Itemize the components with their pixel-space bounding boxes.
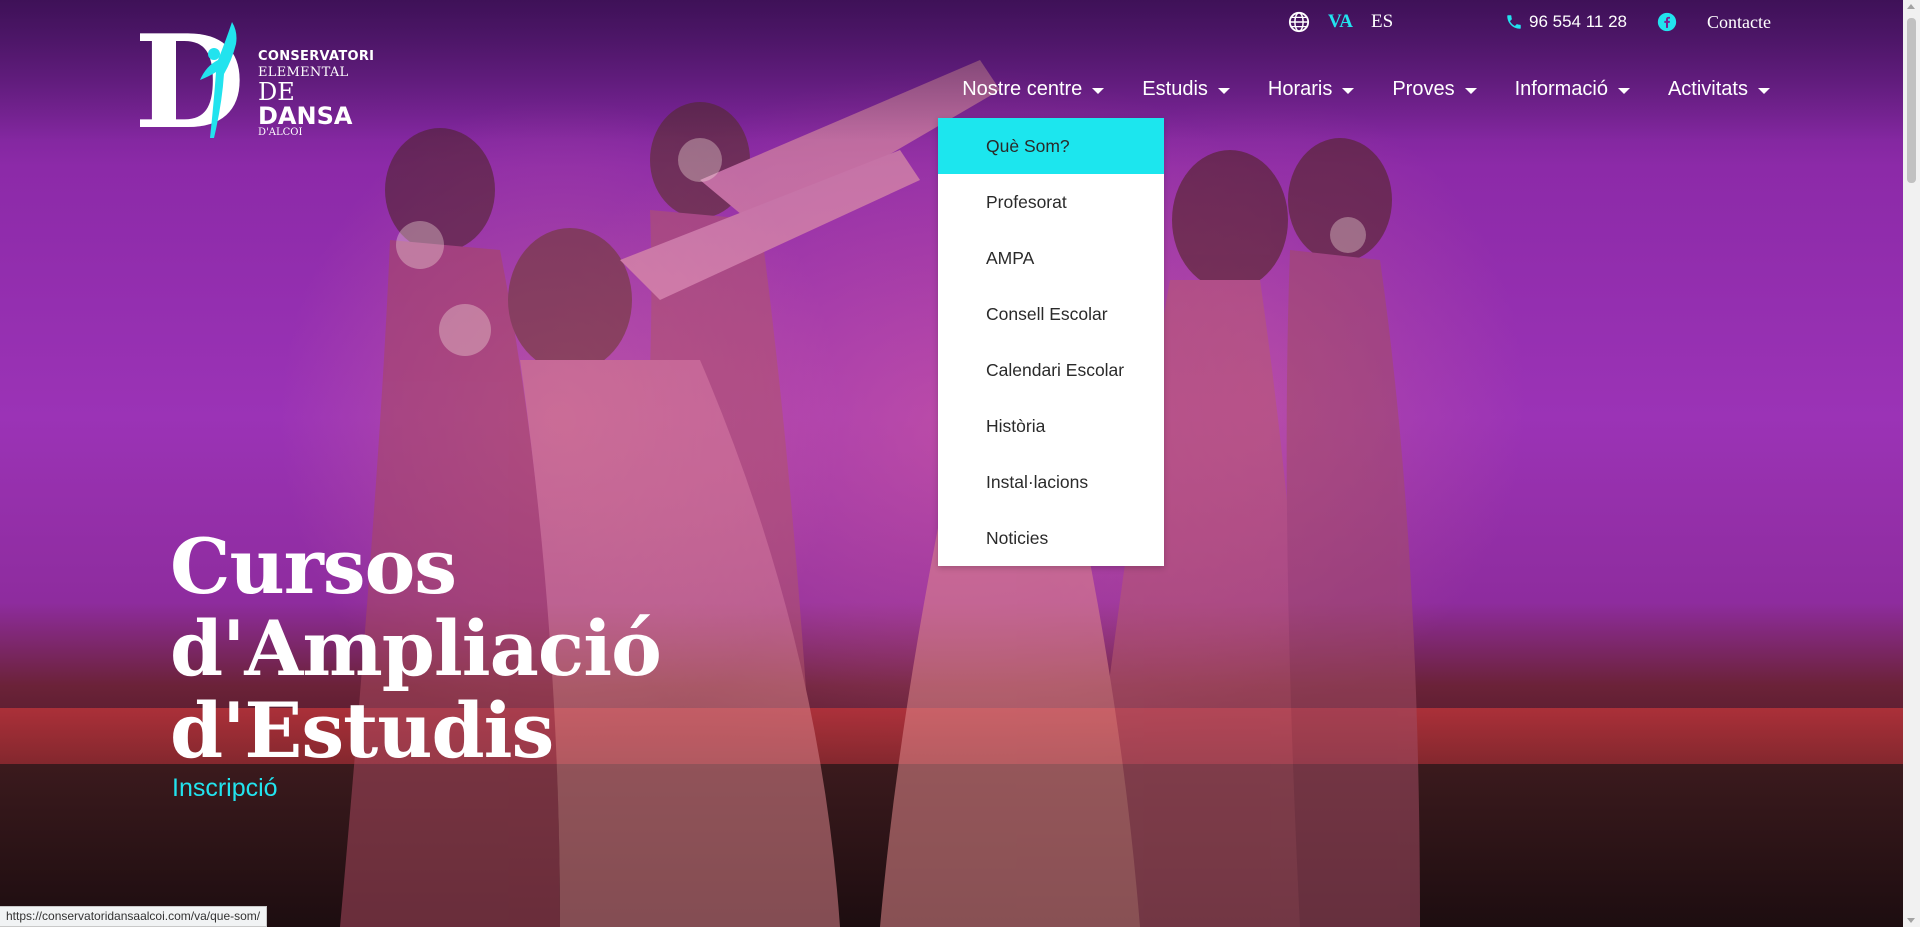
scroll-up-icon[interactable] xyxy=(1907,4,1915,9)
vertical-scrollbar[interactable] xyxy=(1903,0,1920,927)
nav-label: Activitats xyxy=(1667,78,1748,100)
inscripcio-link[interactable]: Inscripció xyxy=(172,774,278,803)
globe-icon xyxy=(1288,11,1310,33)
dropdown-item-que-som[interactable]: Què Som? xyxy=(938,118,1164,174)
lang-va[interactable]: VA xyxy=(1328,11,1353,33)
caret-down-icon xyxy=(1092,87,1105,94)
dropdown-item-consell-escolar[interactable]: Consell Escolar xyxy=(938,286,1164,342)
nav-label: Informació xyxy=(1514,78,1608,100)
caret-down-icon xyxy=(1342,87,1355,94)
dropdown-item-historia[interactable]: Història xyxy=(938,398,1164,454)
nav-activitats[interactable]: Activitats xyxy=(1668,78,1770,101)
contact-bar: 96 554 11 28 Contacte xyxy=(1505,8,1771,36)
nav-estudis[interactable]: Estudis xyxy=(1142,78,1230,101)
hero-title-line: d'Ampliació xyxy=(170,604,662,693)
phone-number[interactable]: 96 554 11 28 xyxy=(1529,12,1627,32)
phone-icon xyxy=(1507,15,1521,29)
logo-line3: DE DANSA xyxy=(258,80,394,128)
lang-es[interactable]: ES xyxy=(1371,11,1393,33)
scroll-thumb[interactable] xyxy=(1907,18,1916,183)
nav-nostre-centre[interactable]: Nostre centre xyxy=(962,78,1105,101)
dancer-logo-icon xyxy=(200,22,237,138)
dropdown-item-instal-lacions[interactable]: Instal·lacions xyxy=(938,454,1164,510)
caret-down-icon xyxy=(1217,87,1230,94)
logo-text: CONSERVATORI ELEMENTAL DE DANSA D'ALCOI xyxy=(258,50,394,138)
caret-down-icon xyxy=(1464,87,1477,94)
nav-label: Estudis xyxy=(1142,78,1208,100)
hero-title-line: d'Estudis xyxy=(170,686,554,775)
site-logo[interactable]: D CONSERVATORI ELEMENTAL DE DANSA D'ALCO… xyxy=(134,19,394,147)
nostre-centre-dropdown: Què Som? Profesorat AMPA Consell Escolar… xyxy=(938,118,1164,566)
language-switcher: VA ES xyxy=(1288,8,1393,36)
nav-informacio[interactable]: Informació xyxy=(1515,78,1630,101)
nav-proves[interactable]: Proves xyxy=(1392,78,1477,101)
contact-link[interactable]: Contacte xyxy=(1707,12,1771,33)
dropdown-item-calendari-escolar[interactable]: Calendari Escolar xyxy=(938,342,1164,398)
nav-label: Proves xyxy=(1392,78,1455,100)
hero-title: Cursos d'Ampliació d'Estudis xyxy=(170,522,662,775)
nav-label: Horaris xyxy=(1267,78,1333,100)
dropdown-item-noticies[interactable]: Noticies xyxy=(938,510,1164,566)
caret-down-icon xyxy=(1758,87,1770,94)
dropdown-item-ampa[interactable]: AMPA xyxy=(938,230,1164,286)
status-bar-url: https://conservatoridansaalcoi.com/va/qu… xyxy=(0,906,268,927)
logo-line1: CONSERVATORI xyxy=(258,49,375,64)
hero-title-line: Cursos xyxy=(170,522,457,611)
facebook-icon[interactable] xyxy=(1657,12,1677,32)
logo-line3b: DANSA xyxy=(258,102,353,130)
scroll-down-icon[interactable] xyxy=(1907,918,1915,923)
nav-horaris[interactable]: Horaris xyxy=(1267,78,1355,101)
dropdown-item-profesorat[interactable]: Profesorat xyxy=(938,174,1164,230)
main-nav: Nostre centre Estudis Horaris Proves Inf… xyxy=(962,78,1770,101)
caret-down-icon xyxy=(1617,87,1630,94)
nav-label: Nostre centre xyxy=(962,78,1083,100)
